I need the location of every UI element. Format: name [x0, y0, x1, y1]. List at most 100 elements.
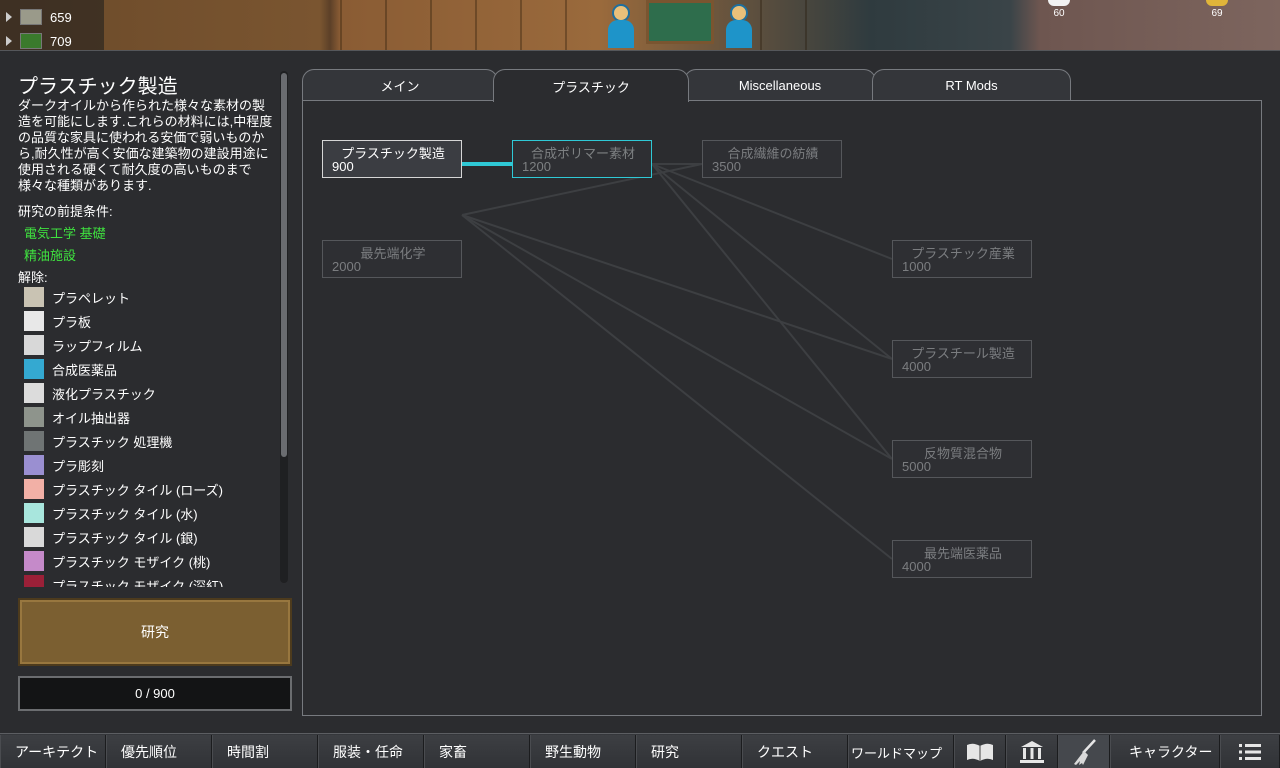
prerequisite-item[interactable]: 精油施設	[24, 245, 76, 264]
colonist-pawn[interactable]	[724, 0, 754, 48]
wood-plank	[760, 0, 762, 50]
node-cost: 1000	[902, 259, 931, 274]
unlock-item[interactable]: 合成医薬品	[24, 357, 274, 381]
wood-plank	[340, 0, 342, 50]
oil-extractor-icon	[24, 407, 44, 427]
resource-readout: 659 709	[0, 0, 104, 50]
unlocks-label: 解除:	[18, 270, 48, 285]
unlock-item[interactable]: オイル抽出器	[24, 405, 274, 429]
research-tab-button[interactable]: 研究	[636, 735, 742, 768]
tile-silver-icon	[24, 527, 44, 547]
unlocks-scrollbar[interactable]	[280, 71, 288, 583]
node-cost: 4000	[902, 559, 931, 574]
broom-button[interactable]	[1058, 735, 1110, 768]
stack-icon	[1206, 0, 1228, 6]
book-button[interactable]	[954, 735, 1006, 768]
world-map-button[interactable]: ワールドマップ	[848, 735, 954, 768]
work-priorities-button[interactable]: 優先順位	[106, 735, 212, 768]
research-tree[interactable]: プラスチック製造 900 合成ポリマー素材 1200 合成繊維の紡績 3500 …	[302, 100, 1262, 716]
unlock-item-label: オイル抽出器	[52, 410, 131, 426]
prerequisite-item[interactable]: 電気工学 基礎	[24, 223, 106, 242]
unlock-item[interactable]: プラ板	[24, 309, 274, 333]
prerequisites-label: 研究の前提条件:	[18, 204, 113, 219]
wildlife-button[interactable]: 野生動物	[530, 735, 636, 768]
tab-rt-mods[interactable]: RT Mods	[872, 69, 1071, 101]
unlock-item-label: プラスチック モザイク (桃)	[52, 554, 211, 570]
unlock-item[interactable]: プラ彫刻	[24, 453, 274, 477]
tab-main[interactable]: メイン	[302, 69, 498, 101]
research-node-synthetic-fiber[interactable]: 合成繊維の紡績 3500	[702, 140, 842, 178]
research-node-synthetic-polymer[interactable]: 合成ポリマー素材 1200	[512, 140, 652, 178]
unlock-item-label: プラスチック 処理機	[52, 434, 173, 450]
node-cost: 1200	[522, 159, 551, 174]
node-cost: 2000	[332, 259, 361, 274]
tree-edge	[651, 163, 893, 260]
research-node-plastic-industry[interactable]: プラスチック産業 1000	[892, 240, 1032, 278]
berries-icon	[20, 33, 42, 49]
history-icon	[1020, 741, 1044, 763]
research-node-plasteel-production[interactable]: プラスチール製造 4000	[892, 340, 1032, 378]
unlock-item[interactable]: プラスチック 処理機	[24, 429, 274, 453]
schedule-button[interactable]: 時間割	[212, 735, 318, 768]
wrap-film-icon	[24, 335, 44, 355]
book-icon	[967, 743, 993, 761]
research-node-plastic-production[interactable]: プラスチック製造 900	[322, 140, 462, 178]
research-node-advanced-chemistry[interactable]: 最先端化学 2000	[322, 240, 462, 278]
unlock-item[interactable]: プラスチック タイル (ローズ)	[24, 477, 274, 501]
unlock-item[interactable]: プラスチック タイル (水)	[24, 501, 274, 525]
research-button[interactable]: 研究	[18, 598, 292, 666]
wood-plank	[475, 0, 477, 50]
research-node-antimatter-mixture[interactable]: 反物質混合物 5000	[892, 440, 1032, 478]
architect-button[interactable]: アーキテクト	[0, 735, 106, 768]
unlock-item[interactable]: ラップフィルム	[24, 333, 274, 357]
tab-miscellaneous[interactable]: Miscellaneous	[684, 69, 876, 101]
node-cost: 4000	[902, 359, 931, 374]
liquid-plastic-icon	[24, 383, 44, 403]
item-stack[interactable]: 69	[1206, 0, 1232, 20]
item-stack[interactable]: 60	[1048, 0, 1070, 20]
assign-button[interactable]: 服装・任命	[318, 735, 424, 768]
game-view-strip: 60 69 659 709	[0, 0, 1280, 50]
unlock-item-label: 合成医薬品	[52, 362, 118, 378]
scrollbar-thumb[interactable]	[281, 73, 287, 457]
unlock-item-label: プラペレット	[52, 290, 131, 306]
unlock-item[interactable]: プラスチック モザイク (深紅)	[24, 573, 274, 587]
tree-edge	[651, 163, 893, 360]
project-title: プラスチック製造	[18, 76, 178, 98]
unlock-item[interactable]: プラスチック タイル (銀)	[24, 525, 274, 549]
colonist-pawn[interactable]	[606, 0, 636, 48]
unlock-item-label: プラ彫刻	[52, 458, 105, 474]
quests-button[interactable]: クエスト	[742, 735, 848, 768]
stack-count: 69	[1211, 8, 1223, 19]
plastic-sheet-icon	[24, 311, 44, 331]
wood-plank	[385, 0, 387, 50]
resource-count: 659	[50, 9, 72, 25]
pellet-icon	[24, 287, 44, 307]
unlock-item[interactable]: 液化プラスチック	[24, 381, 274, 405]
project-description: ダークオイルから作られた様々な素材の製造を可能にします.これらの材料には,中程度…	[18, 98, 273, 193]
resource-row[interactable]: 659	[6, 6, 72, 28]
wood-plank	[805, 0, 807, 50]
unlocks-list[interactable]: プラペレットプラ板ラップフィルム 合成医薬品液化プラスチックオイル抽出器プラスチッ…	[24, 285, 274, 587]
silver-icon	[20, 9, 42, 25]
plastic-sculpture-icon	[24, 455, 44, 475]
resource-row[interactable]: 709	[6, 30, 72, 50]
research-node-advanced-medicine[interactable]: 最先端医薬品 4000	[892, 540, 1032, 578]
unlock-item[interactable]: プラスチック モザイク (桃)	[24, 549, 274, 573]
tree-connections	[461, 162, 893, 560]
tab-plastic[interactable]: プラスチック	[493, 69, 689, 102]
node-cost: 900	[332, 159, 354, 174]
unlock-item[interactable]: プラペレット	[24, 285, 274, 309]
unlock-item-label: ラップフィルム	[52, 338, 143, 354]
tree-edge	[461, 214, 893, 560]
stack-icon	[1048, 0, 1070, 6]
stack-count: 60	[1053, 8, 1065, 19]
mosaic-crimson-icon	[24, 575, 44, 587]
characters-button[interactable]: キャラクター	[1110, 735, 1220, 768]
expand-arrow-icon[interactable]	[6, 12, 12, 22]
expand-arrow-icon[interactable]	[6, 36, 12, 46]
history-button[interactable]	[1006, 735, 1058, 768]
animals-button[interactable]: 家畜	[424, 735, 530, 768]
research-window: プラスチック製造 ダークオイルから作られた様々な素材の製造を可能にします.これら…	[0, 50, 1280, 733]
menu-button[interactable]	[1220, 735, 1280, 768]
